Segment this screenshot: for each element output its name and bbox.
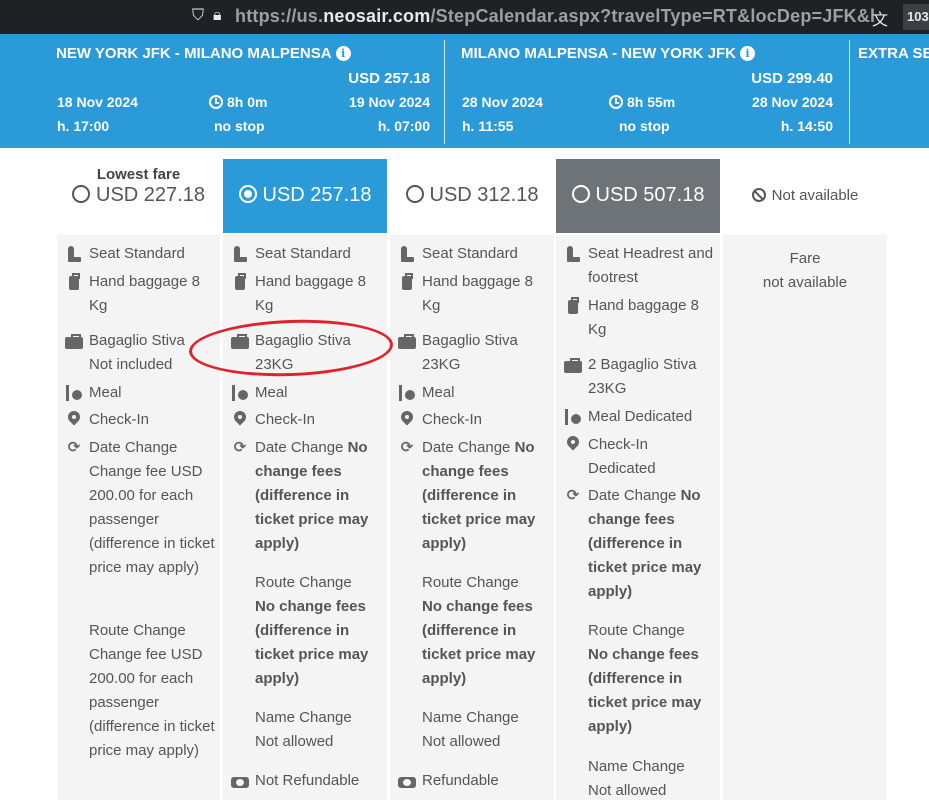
stops: no stop (619, 118, 670, 134)
lowest-fare-label: Lowest fare (96, 166, 181, 183)
fare-details-lowest: Seat Standard Hand baggage 8 Kg Bagaglio… (57, 235, 220, 800)
check-in-icon (398, 411, 416, 429)
seat-icon (564, 245, 582, 263)
leg-route: NEW YORK JFK - MILANO MALPENSA i (56, 45, 351, 62)
browser-url-bar[interactable]: ⛉ 🔒︎ https://us.neosair.com/StepCalendar… (0, 0, 929, 34)
route-change: Route Change No change fees (difference i… (588, 622, 702, 735)
flight-header: NEW YORK JFK - MILANO MALPENSA i USD 257.… (0, 34, 929, 148)
meal-icon (65, 384, 83, 402)
fare-radio[interactable] (405, 185, 424, 203)
check-in-icon (65, 411, 83, 429)
departure-date: 18 Nov 2024 (57, 94, 138, 110)
not-available-icon (751, 188, 766, 202)
fare-option-premium[interactable]: USD 507.18 (556, 159, 720, 233)
extension-badge[interactable]: 103 (903, 4, 929, 30)
translate-icon[interactable]: 文 (872, 6, 888, 30)
clock-icon (209, 95, 223, 109)
fare-details-selected: Seat Standard Hand baggage 8 Kg Bagaglio… (223, 235, 387, 800)
hold-baggage-icon (564, 356, 582, 374)
leg-route: MILANO MALPENSA - NEW YORK JFK i (461, 45, 756, 62)
route-change: Route Change No change fees (difference i… (255, 574, 369, 687)
fare-option-flex[interactable]: USD 312.18 (390, 159, 554, 233)
seat-icon (231, 245, 249, 263)
fare-radio-selected[interactable] (238, 185, 257, 203)
departure-time: h. 11:55 (462, 118, 514, 134)
refund-icon (231, 772, 249, 790)
fare-details-flex: Seat Standard Hand baggage 8 Kg Bagaglio… (390, 235, 554, 800)
arrival-time: h. 14:50 (780, 118, 833, 134)
fare-details-unavailable: Fare not available (723, 235, 887, 800)
clock-icon (609, 95, 623, 109)
name-change: Name Change Not allowed (588, 758, 685, 799)
hand-baggage-icon (564, 297, 582, 315)
na-line-2: not available (762, 274, 848, 291)
fare-price: USD 227.18 (96, 184, 205, 206)
arrival-time: h. 07:00 (377, 118, 430, 134)
meal-icon (564, 408, 582, 426)
leg-price: USD 257.18 (348, 70, 430, 87)
outbound-leg[interactable]: NEW YORK JFK - MILANO MALPENSA i USD 257.… (56, 34, 430, 148)
fare-price: USD 507.18 (595, 184, 705, 206)
meal-icon (398, 384, 416, 402)
meal-icon (231, 384, 249, 402)
route-change: Route Change Change fee USD 200.00 for ea… (89, 622, 215, 759)
fare-price: USD 312.18 (429, 184, 539, 206)
fare-price: USD 257.18 (262, 184, 372, 206)
route-change: Route Change No change fees (difference i… (422, 574, 536, 687)
divider (849, 40, 850, 144)
arrival-date: 19 Nov 2024 (349, 94, 430, 110)
fare-details-premium: Seat Headrest and footrest Hand baggage … (556, 235, 720, 800)
hold-baggage-icon (231, 332, 249, 350)
check-in-icon (231, 411, 249, 429)
extra-leg[interactable]: EXTRA SE (858, 34, 929, 148)
sync-icon: ⟳ (67, 439, 81, 456)
extra-label: EXTRA SE (858, 45, 929, 62)
hold-baggage-icon (398, 332, 416, 350)
fare-radio[interactable] (571, 185, 590, 203)
sync-icon: ⟳ (400, 439, 414, 456)
url-text[interactable]: https://us.neosair.com/StepCalendar.aspx… (235, 6, 875, 27)
departure-time: h. 17:00 (57, 118, 110, 134)
fare-option-selected[interactable]: USD 257.18 (223, 159, 387, 233)
leg-price: USD 299.40 (751, 70, 833, 87)
fare-radio[interactable] (72, 185, 91, 203)
hand-baggage-icon (398, 273, 416, 291)
flight-duration: 8h 55m (609, 94, 675, 110)
shield-icon[interactable]: ⛉ (192, 7, 204, 25)
divider (444, 40, 445, 144)
departure-date: 28 Nov 2024 (462, 94, 543, 110)
fare-price: Not available (771, 187, 859, 204)
name-change: Name Change Not allowed (255, 709, 352, 750)
arrival-date: 28 Nov 2024 (752, 94, 833, 110)
seat-icon (65, 245, 83, 263)
hold-baggage-icon (65, 332, 83, 350)
hand-baggage-icon (65, 273, 83, 291)
fare-option-unavailable: Not available (723, 159, 887, 233)
na-line-1: Fare (789, 250, 821, 267)
hand-baggage-icon (231, 273, 249, 291)
name-change: Name Change Not allowed (422, 709, 519, 750)
check-in-icon (564, 436, 582, 454)
fare-option-lowest[interactable]: Lowest fare USD 227.18 (57, 159, 220, 233)
seat-icon (398, 245, 416, 263)
sync-icon: ⟳ (233, 439, 247, 456)
refund-icon (398, 772, 416, 790)
info-icon[interactable]: i (740, 46, 756, 61)
sync-icon: ⟳ (566, 487, 580, 504)
stops: no stop (214, 118, 265, 134)
info-icon[interactable]: i (335, 46, 351, 61)
lock-icon[interactable]: 🔒︎ (213, 7, 222, 25)
return-leg[interactable]: MILANO MALPENSA - NEW YORK JFK i USD 299.… (461, 34, 833, 148)
flight-duration: 8h 0m (209, 94, 267, 110)
